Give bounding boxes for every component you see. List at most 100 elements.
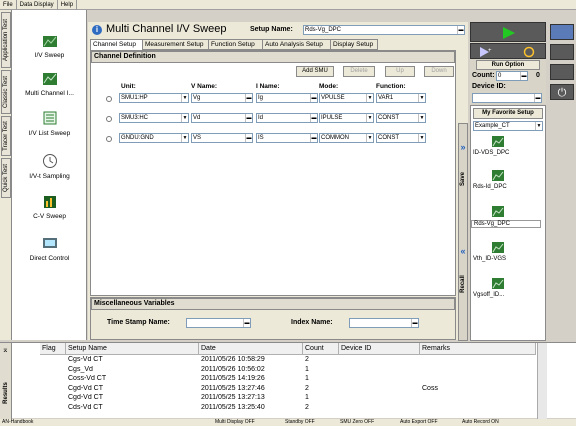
tab-display-setup[interactable]: Display Setup (330, 39, 378, 50)
down-button[interactable]: Down (424, 66, 454, 77)
status-multi-display: Multi Display OFF (215, 419, 255, 425)
col-iname: I Name: (256, 83, 280, 90)
tab-measurement-setup[interactable]: Measurement Setup (142, 39, 209, 50)
menu-data-display[interactable]: Data Display (17, 0, 58, 10)
power-icon[interactable]: ⏻ (550, 84, 574, 100)
recall-tab[interactable]: Recall (459, 269, 467, 299)
favorite-item[interactable]: Vgsoff_ID... (471, 276, 541, 298)
tab-quick-test[interactable]: Quick Test (1, 158, 11, 198)
function-select[interactable]: CONST ▼ (376, 113, 426, 123)
results-side-tab[interactable]: ⌅ Results (0, 343, 12, 419)
field-menu-icon: ▬ (411, 319, 418, 327)
table-cell-date: 2011/05/26 10:58:29 (201, 356, 265, 363)
col-device-id[interactable]: Device ID (339, 343, 420, 355)
tab-auto-analysis-setup[interactable]: Auto Analysis Setup (262, 39, 331, 50)
favorite-select[interactable]: Example_CT ▼ (473, 121, 543, 131)
save-tab[interactable]: Save (459, 164, 467, 194)
results-scrollbar[interactable] (537, 343, 547, 419)
delete-button[interactable]: Delete (343, 66, 375, 77)
iname-field[interactable]: Id ▬ (256, 113, 318, 123)
field-menu-icon: ▬ (534, 94, 541, 102)
iname-field[interactable]: Ig ▬ (256, 93, 318, 103)
table-cell-setup: Cgs_Vd (68, 365, 93, 373)
save-arrow-icon[interactable]: » (459, 142, 467, 152)
chevron-down-icon: ▼ (366, 94, 373, 102)
function-select[interactable]: VAR1 ▼ (376, 93, 426, 103)
time-stamp-field[interactable]: ▬ (186, 318, 251, 328)
tab-classic-test[interactable]: Classic Test (1, 70, 11, 114)
tab-application-test[interactable]: Application Test (1, 12, 11, 68)
menu-file[interactable]: File (0, 0, 17, 10)
unit-select[interactable]: GNDU:GND ▼ (119, 133, 189, 143)
mode-select[interactable]: IPULSE ▼ (319, 113, 374, 123)
table-cell-remarks (420, 404, 536, 413)
unit-select[interactable]: SMU3:HC ▼ (119, 113, 189, 123)
test-item-direct-control[interactable]: Direct Control (12, 235, 87, 262)
field-menu-icon: ▬ (310, 94, 317, 102)
col-count[interactable]: Count (303, 343, 339, 355)
search-icon[interactable] (550, 44, 574, 60)
col-mode: Mode: (319, 83, 339, 90)
repeat-icon[interactable] (523, 46, 535, 58)
test-item-multi-channel[interactable]: Multi Channel I... (12, 70, 87, 97)
up-button[interactable]: Up (385, 66, 415, 77)
append-icon[interactable]: + (479, 47, 493, 57)
col-setup-name[interactable]: Setup Name (66, 343, 199, 355)
test-item-label: C-V Sweep (33, 213, 66, 220)
test-item-cv-sweep[interactable]: C-V Sweep (12, 193, 87, 220)
row-select-radio[interactable] (106, 96, 112, 102)
table-cell-setup: Cgd-Vd CT (68, 384, 104, 392)
table-cell-device (339, 375, 420, 384)
vname-field[interactable]: VS ▬ (191, 133, 253, 143)
status-auto-export: Auto Export OFF (400, 419, 438, 425)
misc-variables-header: Miscellaneous Variables (91, 298, 455, 310)
window-icon[interactable] (550, 24, 574, 40)
device-id-field[interactable]: ▬ (472, 93, 542, 103)
setup-name-field[interactable]: Rds-Vg_DPC ▬ (303, 25, 465, 35)
favorite-setup-button[interactable]: My Favorite Setup (473, 108, 543, 119)
row-select-radio[interactable] (106, 136, 112, 142)
test-item-iv-t-sampling[interactable]: I/V-t Sampling (12, 153, 87, 180)
side-toolbar: ⏻ (546, 22, 576, 342)
count-field[interactable]: 0 ▬ (496, 71, 528, 81)
test-item-iv-list[interactable]: I/V List Sweep (12, 110, 87, 137)
vname-field[interactable]: Vg ▬ (191, 93, 253, 103)
tab-function-setup[interactable]: Function Setup (208, 39, 263, 50)
index-name-field[interactable]: ▬ (349, 318, 419, 328)
run-option-button[interactable]: Run Option (476, 60, 540, 70)
row-select-radio[interactable] (106, 116, 112, 122)
favorite-item[interactable]: Vth_ID-VGS (471, 240, 541, 262)
table-cell-remarks (420, 366, 536, 375)
setup-icon (492, 136, 504, 147)
iname-field[interactable]: IS ▬ (256, 133, 318, 143)
test-item-iv-sweep[interactable]: I/V Sweep (12, 32, 87, 59)
save-recall-bar: » Save « Recall (458, 123, 468, 341)
col-flag[interactable]: Flag (40, 343, 66, 355)
vname-field[interactable]: Vd ▬ (191, 113, 253, 123)
col-date[interactable]: Date (199, 343, 303, 355)
menu-help[interactable]: Help (58, 0, 78, 10)
status-auto-record: Auto Record ON (462, 419, 499, 425)
table-cell-device (339, 366, 420, 375)
favorite-item[interactable]: Rds-Vg_DPC (471, 204, 541, 228)
recall-arrow-icon[interactable]: « (459, 246, 467, 256)
col-remarks[interactable]: Remarks (420, 343, 536, 355)
count-right-value: 0 (536, 72, 540, 79)
table-cell-date: 2011/05/26 10:56:02 (201, 365, 265, 373)
display-icon[interactable] (550, 64, 574, 80)
mode-select[interactable]: COMMON ▼ (319, 133, 374, 143)
append-stop-bar: + (470, 43, 546, 59)
run-button[interactable] (470, 22, 546, 42)
table-cell-date: 2011/05/25 13:27:46 (201, 384, 265, 392)
mode-select[interactable]: VPULSE ▼ (319, 93, 374, 103)
function-select[interactable]: CONST ▼ (376, 133, 426, 143)
favorite-item[interactable]: Rds-Id_DPC (471, 168, 541, 190)
unit-select[interactable]: SMU1:HP ▼ (119, 93, 189, 103)
tab-channel-setup[interactable]: Channel Setup (90, 39, 143, 50)
tab-tracer-test[interactable]: Tracer Test (1, 116, 11, 156)
table-cell-setup: Cgd-Vd CT (68, 394, 104, 401)
field-menu-icon: ▬ (245, 134, 252, 142)
info-icon[interactable]: i (92, 25, 102, 35)
add-smu-button[interactable]: Add SMU (296, 66, 334, 77)
favorite-item[interactable]: ID-VDS_DPC (471, 134, 541, 156)
